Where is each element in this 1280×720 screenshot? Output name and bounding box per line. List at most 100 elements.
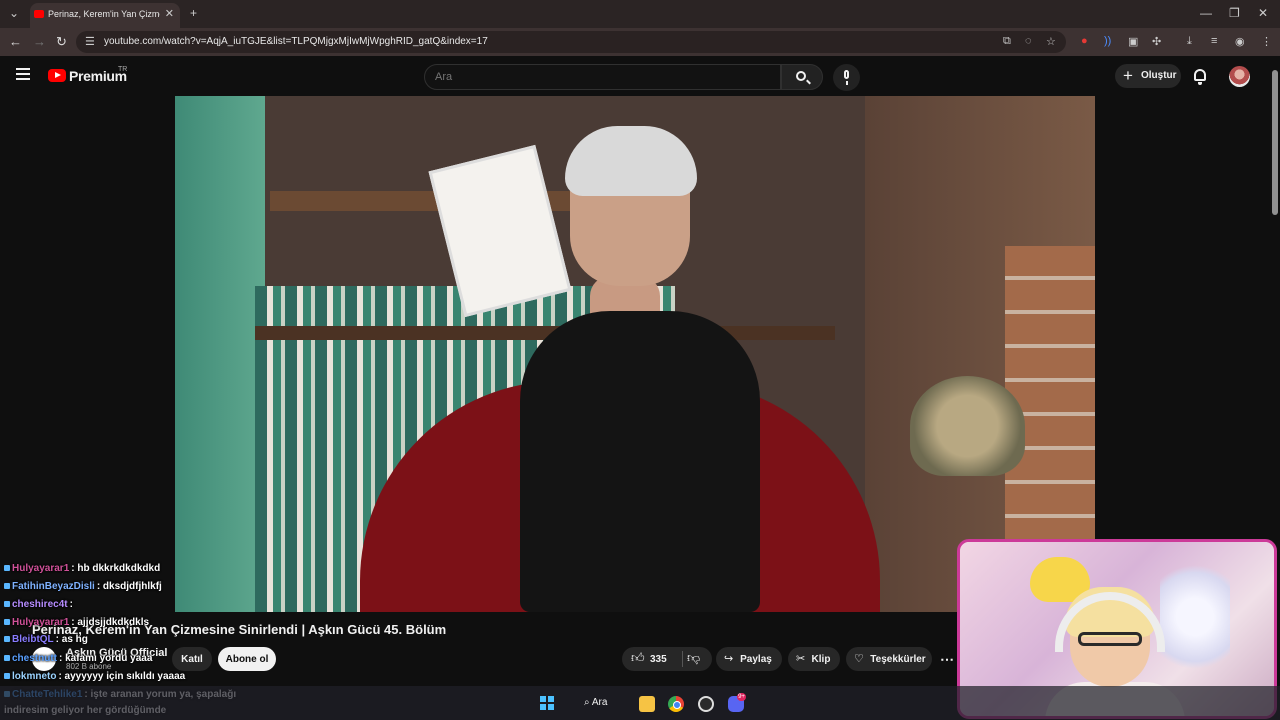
page-scrollbar-thumb[interactable]: [1272, 70, 1278, 215]
microphone-icon: [844, 70, 849, 79]
chat-badge-icon: [4, 565, 10, 571]
chat-message: FatihinBeyazDisli: dksdjdfjhlkfj: [4, 581, 162, 592]
like-thumb-icon[interactable]: 👍︎: [631, 650, 645, 666]
minimize-icon[interactable]: —: [1200, 6, 1212, 20]
browser-tab[interactable]: Perinaz, Kerem'in Yan Çizmesine... ✕: [30, 3, 180, 28]
webcam-christmas-tree: [1160, 552, 1230, 682]
close-tab-icon[interactable]: ✕: [165, 7, 174, 20]
chat-message: lokmneto: ayyyyyy için sıkıldı yaaaa: [4, 671, 185, 682]
browser-menu-icon[interactable]: ⋮: [1261, 35, 1272, 48]
extension-audio-icon[interactable]: )): [1104, 35, 1111, 47]
tab-title: Perinaz, Kerem'in Yan Çizmesine...: [48, 9, 160, 19]
chat-text: : ayyyyyy için sıkıldı yaaaa: [58, 671, 186, 682]
omnibox[interactable]: ☰ youtube.com/watch?v=AqjA_iuTGJE&list=T…: [76, 31, 1066, 53]
video-person-body: [520, 311, 760, 612]
chat-badge-icon: [4, 636, 10, 642]
restore-icon[interactable]: ❐: [1229, 6, 1240, 20]
share-arrow-icon: ↪: [724, 653, 734, 665]
browser-tab-strip: ⌄ Perinaz, Kerem'in Yan Çizmesine... ✕ +…: [0, 0, 1280, 28]
taskbar-search[interactable]: ⌕ Ara: [584, 697, 607, 708]
search-input[interactable]: [424, 64, 781, 90]
chat-text: : hb dkkrkdkdkdkd: [71, 563, 161, 574]
chat-username: cheshirec4t: [12, 599, 68, 610]
share-label: Paylaş: [740, 654, 772, 665]
url-text[interactable]: youtube.com/watch?v=AqjA_iuTGJE&list=TLP…: [104, 36, 488, 47]
discord-notification-badge: 9+: [737, 693, 746, 701]
like-dislike-group: 👍︎ 335 👎︎: [622, 647, 712, 671]
chat-text: :: [69, 599, 73, 610]
create-label: Oluştur: [1141, 70, 1177, 81]
chat-message: Hulyayarar1: ajjdsjjdkdkdkls: [4, 617, 149, 628]
chat-message: cheshirec4t:: [4, 599, 73, 610]
clip-label: Klip: [811, 654, 831, 665]
thanks-heart-icon: ♡: [854, 653, 864, 665]
chat-message: Hulyayarar1: hb dkkrkdkdkdkd: [4, 563, 160, 574]
chat-badge-icon: [4, 583, 10, 589]
chat-username: lokmneto: [12, 671, 57, 682]
chat-username: Hulyayarar1: [12, 563, 70, 574]
chat-badge-icon: [4, 601, 10, 607]
profile-icon[interactable]: ◉: [1235, 35, 1245, 48]
extensions-puzzle-icon[interactable]: ✣: [1152, 35, 1161, 48]
youtube-favicon-icon: [34, 10, 44, 18]
notifications-bell-icon[interactable]: [1194, 69, 1206, 85]
site-info-icon[interactable]: ☰: [85, 35, 95, 48]
thanks-label: Teşekkürler: [870, 654, 926, 665]
download-icon[interactable]: ⤓: [1187, 35, 1192, 48]
reading-list-icon[interactable]: ≡: [1211, 35, 1217, 47]
clip-button[interactable]: ✂ Klip: [788, 647, 840, 671]
account-avatar[interactable]: [1229, 66, 1250, 87]
chrome-icon[interactable]: [668, 696, 684, 712]
new-tab-icon[interactable]: +: [190, 6, 197, 20]
bookmark-star-icon[interactable]: ☆: [1046, 35, 1056, 48]
subscribe-button[interactable]: Abone ol: [218, 647, 276, 671]
chat-text: : as hg: [55, 634, 88, 645]
share-button[interactable]: ↪ Paylaş: [716, 647, 782, 671]
join-button[interactable]: Katıl: [172, 647, 212, 671]
install-app-icon[interactable]: ⧉: [1003, 35, 1011, 48]
close-window-icon[interactable]: ✕: [1258, 6, 1268, 20]
youtube-logo-icon[interactable]: [48, 69, 66, 82]
guide-menu-icon[interactable]: [16, 68, 30, 80]
tab-list-chevron-icon[interactable]: ⌄: [9, 6, 19, 20]
thanks-button[interactable]: ♡ Teşekkürler: [846, 647, 932, 671]
back-icon[interactable]: ←: [9, 34, 22, 49]
search-button[interactable]: [781, 64, 823, 90]
plus-icon: +: [1123, 66, 1133, 85]
video-person-hair: [565, 126, 697, 196]
search-icon: ⌕: [584, 697, 592, 708]
chat-badge-icon: [4, 619, 10, 625]
youtube-header: Premium TR +Oluştur: [0, 56, 1280, 96]
extension-tt-icon[interactable]: ▣: [1128, 35, 1138, 48]
chat-username: chestnutt: [12, 653, 57, 664]
taskbar-search-label: Ara: [591, 697, 608, 708]
video-wall-left: [175, 96, 265, 612]
video-vase: [910, 376, 1025, 476]
chat-username: FatihinBeyazDisli: [12, 581, 95, 592]
chat-message: chestnutt: kafamı yordu yaaa: [4, 653, 152, 664]
like-divider: [682, 651, 683, 667]
chat-text: : ajjdsjjdkdkdkls: [71, 617, 150, 628]
obs-icon[interactable]: [698, 696, 714, 712]
eye-off-icon[interactable]: ◌: [1025, 35, 1032, 47]
scissors-icon: ✂: [796, 653, 806, 665]
chat-badge-icon: [4, 655, 10, 661]
forward-icon[interactable]: →: [33, 34, 46, 49]
search-icon: [796, 71, 806, 81]
like-count[interactable]: 335: [650, 654, 667, 665]
chat-username: Hulyayarar1: [12, 617, 70, 628]
chat-text: : kafamı yordu yaaa: [59, 653, 153, 664]
voice-search-button[interactable]: [833, 64, 860, 91]
create-button[interactable]: + Oluştur: [1115, 64, 1181, 88]
video-player[interactable]: [175, 96, 1095, 612]
extension-red-icon[interactable]: ●: [1081, 35, 1088, 47]
chat-text: : dksdjdfjhlkfj: [96, 581, 162, 592]
chat-message: BleibtQL: as hg: [4, 634, 88, 645]
chat-badge-icon: [4, 673, 10, 679]
more-actions-icon[interactable]: ⋯: [940, 651, 954, 668]
dislike-thumb-icon[interactable]: 👎︎: [687, 650, 700, 666]
windows-start-icon[interactable]: [540, 696, 554, 710]
reload-icon[interactable]: ↻: [56, 34, 67, 50]
address-bar-row: ← → ↻ ☰ youtube.com/watch?v=AqjA_iuTGJE&…: [0, 28, 1280, 56]
file-explorer-icon[interactable]: [639, 696, 655, 712]
